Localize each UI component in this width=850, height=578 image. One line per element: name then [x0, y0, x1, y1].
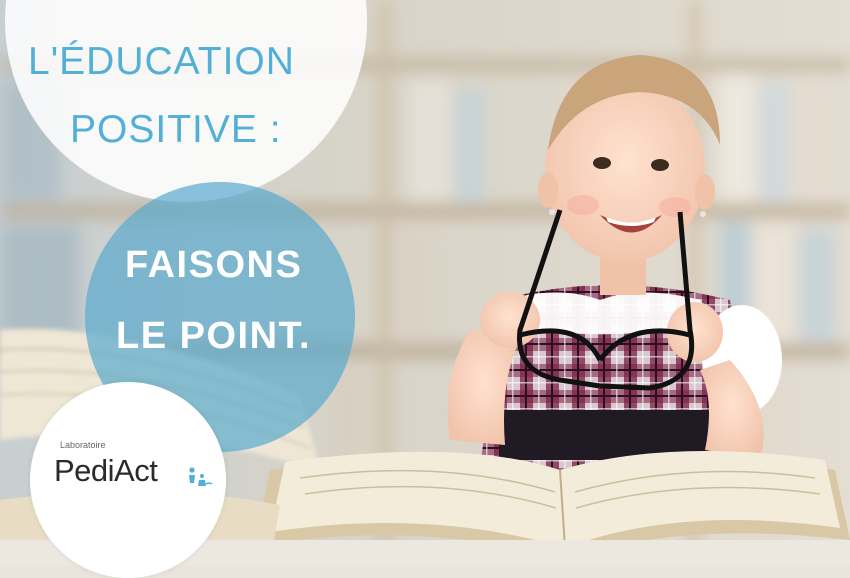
- logo-small-label: Laboratoire: [60, 440, 106, 450]
- headline-line-1: L'ÉDUCATION: [28, 40, 295, 83]
- family-figures-icon: [189, 467, 213, 486]
- subheadline-line-1: FAISONS: [125, 244, 303, 286]
- logo-brand-name: PediAct: [54, 453, 158, 488]
- headline-line-2: POSITIVE :: [70, 108, 282, 151]
- subheadline-line-2: LE POINT.: [116, 315, 312, 357]
